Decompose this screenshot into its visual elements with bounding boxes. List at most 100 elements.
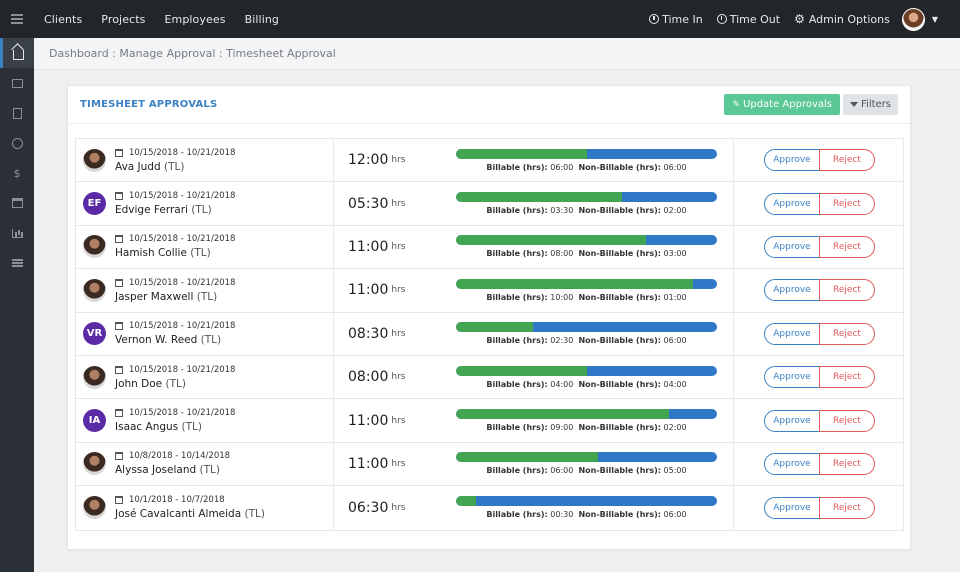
date-range-text: 10/15/2018 - 10/21/2018 <box>129 191 236 202</box>
reject-button[interactable]: Reject <box>819 322 875 345</box>
approve-button[interactable]: Approve <box>764 452 820 475</box>
table-row: 10/15/2018 - 10/21/2018 Ava Judd (TL) 12… <box>76 139 903 183</box>
header-actions: Time In Time Out ⚙ Admin Options ▼ <box>635 0 960 38</box>
billable-caption: Billable (hrs): 06:00 Non-Billable (hrs)… <box>456 163 717 172</box>
billable-bar-cell: Billable (hrs): 09:00 Non-Billable (hrs)… <box>454 399 734 442</box>
timesheet-card: TIMESHEET APPROVALS ✎ Update Approvals F… <box>67 85 911 550</box>
billable-progress-bar <box>456 365 717 376</box>
employee-name: John Doe (TL) <box>115 378 235 390</box>
employee-name-text: Alyssa Joseland <box>115 464 197 477</box>
billable-fill <box>456 365 587 376</box>
date-range-text: 10/15/2018 - 10/21/2018 <box>129 277 236 288</box>
filters-label: Filters <box>861 99 891 110</box>
billable-fill <box>456 496 477 507</box>
employee-cell: IA 10/15/2018 - 10/21/2018 Isaac Angus (… <box>76 399 334 442</box>
chevron-down-icon[interactable]: ▼ <box>932 15 938 24</box>
time-in-button[interactable]: Time In <box>649 13 703 26</box>
non-billable-label: Non-Billable (hrs): <box>578 162 661 172</box>
billable-caption: Billable (hrs): 04:00 Non-Billable (hrs)… <box>456 380 717 389</box>
sidebar-item-billing[interactable]: $ <box>0 158 34 188</box>
nav-employees[interactable]: Employees <box>164 13 225 26</box>
gear-icon: ⚙ <box>794 12 805 26</box>
filter-icon <box>850 102 859 107</box>
reject-button[interactable]: Reject <box>819 235 875 258</box>
nav-billing[interactable]: Billing <box>245 13 279 26</box>
billable-bar-cell: Billable (hrs): 06:00 Non-Billable (hrs)… <box>454 442 734 486</box>
approve-button[interactable]: Approve <box>764 149 820 172</box>
total-hours: 08:00 <box>348 369 389 386</box>
reject-button[interactable]: Reject <box>819 366 875 389</box>
reject-button[interactable]: Reject <box>819 149 875 172</box>
approve-button[interactable]: Approve <box>764 409 820 432</box>
folder-icon <box>11 78 23 88</box>
user-avatar[interactable] <box>901 7 925 31</box>
reject-button[interactable]: Reject <box>819 452 875 475</box>
billable-progress-bar <box>456 409 717 420</box>
sidebar-item-projects[interactable] <box>0 68 34 98</box>
admin-options-button[interactable]: ⚙ Admin Options <box>794 12 890 26</box>
update-approvals-button[interactable]: ✎ Update Approvals <box>724 94 841 115</box>
approve-button[interactable]: Approve <box>764 192 820 215</box>
filters-button[interactable]: Filters <box>843 94 898 115</box>
table-row: VR 10/15/2018 - 10/21/2018 Vernon W. Ree… <box>76 312 903 356</box>
approve-button[interactable]: Approve <box>764 322 820 345</box>
approve-button[interactable]: Approve <box>764 235 820 258</box>
sidebar-item-list[interactable] <box>0 248 34 278</box>
time-in-label: Time In <box>662 12 703 26</box>
nav-clients[interactable]: Clients <box>44 13 82 26</box>
date-range: 10/15/2018 - 10/21/2018 <box>115 234 235 244</box>
sidebar-item-documents[interactable] <box>0 98 34 128</box>
total-hours: 11:00 <box>348 412 389 429</box>
hours-unit: hrs <box>391 458 406 469</box>
billable-bar-cell: Billable (hrs): 00:30 Non-Billable (hrs)… <box>454 486 734 530</box>
main-nav: Clients Projects Employees Billing <box>44 13 298 26</box>
employee-name-text: Vernon W. Reed <box>115 334 198 347</box>
date-range: 10/15/2018 - 10/21/2018 <box>115 148 235 158</box>
team-lead-tag: (TL) <box>181 421 202 434</box>
sidebar-item-reports[interactable] <box>0 218 34 248</box>
table-row: 10/15/2018 - 10/21/2018 John Doe (TL) 08… <box>76 355 903 400</box>
hours-unit: hrs <box>391 285 406 296</box>
billable-caption: Billable (hrs): 02:30 Non-Billable (hrs)… <box>456 336 717 345</box>
reject-button[interactable]: Reject <box>819 496 875 519</box>
billable-caption: Billable (hrs): 08:00 Non-Billable (hrs)… <box>456 249 717 258</box>
billable-caption: Billable (hrs): 09:00 Non-Billable (hrs)… <box>456 423 717 432</box>
team-lead-tag: (TL) <box>196 290 218 303</box>
employee-info: 10/15/2018 - 10/21/2018 Hamish Collie (T… <box>115 234 235 259</box>
date-range-text: 10/15/2018 - 10/21/2018 <box>129 321 236 332</box>
time-out-button[interactable]: Time Out <box>716 13 780 26</box>
approve-button[interactable]: Approve <box>764 496 820 519</box>
approve-button[interactable]: Approve <box>764 366 820 389</box>
reject-button[interactable]: Reject <box>819 279 875 302</box>
page-title: TIMESHEET APPROVALS <box>80 99 218 110</box>
menu-icon[interactable] <box>0 0 34 38</box>
approve-button[interactable]: Approve <box>764 279 820 302</box>
billable-label: Billable (hrs): <box>486 423 548 433</box>
employee-name-text: Isaac Angus <box>115 421 179 434</box>
avatar: IA <box>83 409 106 433</box>
avatar <box>83 496 106 520</box>
sidebar-item-calendar[interactable] <box>0 188 34 218</box>
nav-projects[interactable]: Projects <box>101 13 145 26</box>
billable-progress-bar <box>456 496 717 507</box>
table-row: IA 10/15/2018 - 10/21/2018 Isaac Angus (… <box>76 399 903 443</box>
reject-button[interactable]: Reject <box>819 192 875 215</box>
sidebar-item-home[interactable] <box>0 38 34 68</box>
employee-cell: 10/15/2018 - 10/21/2018 Hamish Collie (T… <box>76 225 334 269</box>
sidebar-item-time[interactable] <box>0 128 34 158</box>
billable-bar-cell: Billable (hrs): 06:00 Non-Billable (hrs)… <box>454 139 734 182</box>
actions-cell: Approve Reject <box>734 226 903 268</box>
total-hours: 05:30 <box>348 195 389 212</box>
employee-name-text: Ava Judd <box>115 160 161 173</box>
non-billable-label: Non-Billable (hrs): <box>578 336 661 346</box>
employee-cell: EF 10/15/2018 - 10/21/2018 Edvige Ferrar… <box>76 182 334 225</box>
hours-cell: 08:30 hrs <box>334 313 454 355</box>
billable-value: 00:30 <box>550 510 574 520</box>
reject-button[interactable]: Reject <box>819 409 875 432</box>
employee-name: Ava Judd (TL) <box>115 161 235 173</box>
employee-name: Edvige Ferrari (TL) <box>115 204 235 216</box>
date-range: 10/15/2018 - 10/21/2018 <box>115 191 235 201</box>
update-approvals-label: Update Approvals <box>743 99 833 110</box>
employee-name-text: Jasper Maxwell <box>115 290 194 303</box>
breadcrumb: Dashboard : Manage Approval : Timesheet … <box>34 38 960 70</box>
